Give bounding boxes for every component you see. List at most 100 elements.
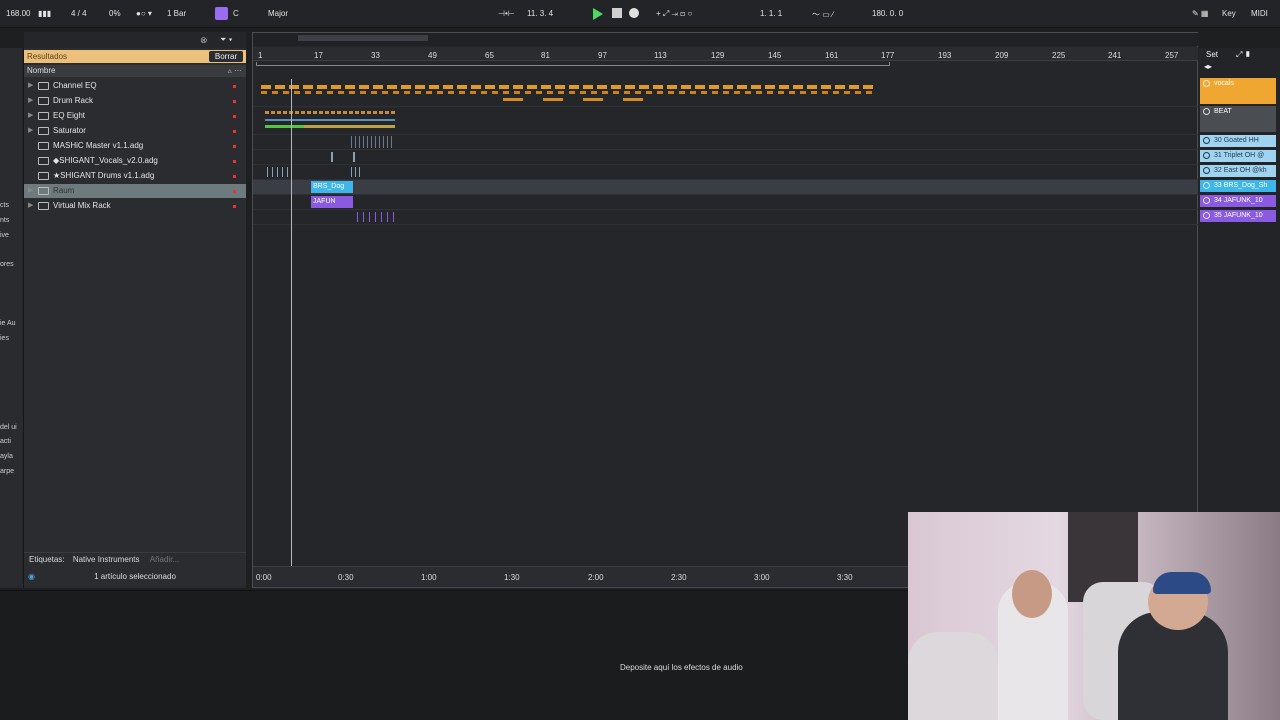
track-lane-34[interactable]: JAFUN [253,195,1199,210]
play-button[interactable] [593,8,603,20]
beat-clip[interactable] [265,125,395,128]
expand-icon[interactable]: ▶ [28,109,33,123]
track-header-30[interactable]: 30 Goated HH [1200,135,1276,147]
track-header-32[interactable]: 32 East OH @kh [1200,165,1276,177]
sidebar-label[interactable]: arpe [0,468,14,475]
filter-icon[interactable]: ⏷ ▾ [220,35,233,45]
audio-clip[interactable] [267,167,289,177]
list-item-selected[interactable]: ▶ Raum [24,184,246,198]
play-clip-icon[interactable] [1203,167,1210,174]
list-item[interactable]: ★SHIGANT Drums v1.1.adg [24,169,246,183]
list-item[interactable]: ▶ Saturator [24,124,246,138]
track-lane-32[interactable] [253,165,1199,180]
overview-strip[interactable] [253,33,1199,46]
track-lane-vocals[interactable] [253,79,1199,107]
position-field[interactable]: 11. 3. 4 [527,9,553,18]
stop-button[interactable] [612,8,622,18]
beat-clip[interactable] [265,119,395,121]
draw-mode-icon[interactable]: 〜 ▭ ∕ [812,9,833,20]
track-header-33[interactable]: 33 BRS_Dog_Sh [1200,180,1276,192]
play-clip-icon[interactable] [1203,137,1210,144]
track-lane-33[interactable]: BRS_Dog [253,180,1199,195]
bar-ruler[interactable]: 1 17 33 49 65 81 97 113 129 145 161 177 … [253,47,1199,61]
sidebar-label[interactable]: ies [0,335,9,342]
list-item[interactable]: ▶ Channel EQ [24,79,246,93]
status-text: 1 artículo seleccionado [94,572,176,581]
audio-clip[interactable] [351,167,361,177]
beat-clip[interactable] [265,111,395,114]
audio-clip[interactable] [353,152,355,162]
expand-icon[interactable]: ▶ [28,94,33,108]
scale-mode-icon[interactable] [215,7,228,20]
audio-clip[interactable] [351,136,395,148]
follow-icon[interactable]: ⊣•⊢ [498,9,515,18]
clip-brs-dog[interactable]: BRS_Dog [311,181,353,193]
track-header-beat[interactable]: BEAT [1200,106,1276,132]
clear-search-icon[interactable]: ⊗ [200,35,208,46]
record-button[interactable] [629,8,639,18]
arrangement-view[interactable]: 1 17 33 49 65 81 97 113 129 145 161 177 … [252,32,1199,588]
sidebar-label[interactable]: cts [0,202,9,209]
sidebar-label[interactable]: ive [0,232,9,239]
track-lane-beat[interactable] [253,107,1199,135]
tag-chip[interactable]: Native Instruments [73,555,140,564]
expand-icon[interactable]: ▶ [28,199,33,213]
overview-viewport[interactable] [298,35,428,41]
clear-button[interactable]: Borrar [209,51,243,62]
list-item[interactable]: ◆SHIGANT_Vocals_v2.0.adg [24,154,246,168]
track-header-31[interactable]: 31 Triplet OH @ [1200,150,1276,162]
loop-brace[interactable] [256,62,890,66]
track-lane-30[interactable] [253,135,1199,150]
tap-icon[interactable]: ▮▮▮ [38,9,51,18]
list-item[interactable]: ▶ Drum Rack [24,94,246,108]
list-item[interactable]: ▶ EQ Eight [24,109,246,123]
expand-icon[interactable]: ▶ [28,124,33,138]
loop-length-field[interactable]: 180. 0. 0 [872,9,903,18]
device-icon [38,82,49,90]
track-name: 32 East OH @kh [1214,167,1267,174]
name-header-label: Nombre [27,66,56,75]
expand-icon[interactable]: ▶ [28,184,33,198]
loop-start-field[interactable]: 1. 1. 1 [760,9,782,18]
info-icon[interactable]: ◉ [28,570,35,584]
midi-clip[interactable] [357,212,397,222]
time-signature-field[interactable]: 4 / 4 [71,9,87,18]
metronome-icon[interactable]: ●○ ▾ [136,9,152,18]
sidebar-label[interactable]: del ui [0,424,17,431]
overdub-icon[interactable]: + ⤢ ⇥ ⊡ ○ [656,9,692,19]
list-item[interactable]: MASHiC Master v1.1.adg [24,139,246,153]
name-column-header[interactable]: Nombre ▵ ⋯ [24,65,246,77]
track-header-vocals[interactable]: vocals [1200,78,1276,104]
sidebar-label[interactable]: ie Au [0,320,16,327]
playhead[interactable] [291,79,292,569]
track-lane-31[interactable] [253,150,1199,165]
list-item[interactable]: ▶ Virtual Mix Rack [24,199,246,213]
scale-select[interactable]: Major [268,9,288,18]
set-button[interactable]: Set [1206,50,1218,59]
list-item-label: MASHiC Master v1.1.adg [53,141,144,150]
midi-map-button[interactable]: MIDI [1251,9,1268,18]
sort-icon[interactable]: ▵ ⋯ [228,65,242,77]
play-clip-icon[interactable] [1203,152,1210,159]
expand-icon[interactable]: ▶ [28,79,33,93]
clip-jafun[interactable]: JAFUN [311,196,353,208]
track-lane-35[interactable] [253,210,1199,225]
key-map-button[interactable]: Key [1222,9,1236,18]
play-clip-icon[interactable] [1203,212,1210,219]
sidebar-label[interactable]: ayla [0,453,13,460]
play-clip-icon[interactable] [1203,182,1210,189]
sidebar-label[interactable]: ores [0,261,14,268]
tempo-field[interactable]: 168.00 [6,9,30,18]
quantize-menu[interactable]: 1 Bar [167,9,186,18]
expand-icon[interactable]: ⤢ ▮ [1236,50,1251,60]
scroll-arrows-icon[interactable]: ◂▸ [1204,62,1212,71]
add-tag-link[interactable]: Añadir... [150,555,179,564]
track-header-35[interactable]: 35 JAFUNK_10 [1200,210,1276,222]
sidebar-label[interactable]: acti [0,438,11,445]
pencil-icon[interactable]: ✎ ▦ [1192,9,1208,18]
play-clip-icon[interactable] [1203,197,1210,204]
track-header-34[interactable]: 34 JAFUNK_10 [1200,195,1276,207]
audio-clip[interactable] [331,152,333,162]
sidebar-label[interactable]: nts [0,217,9,224]
key-select[interactable]: C [233,9,239,18]
